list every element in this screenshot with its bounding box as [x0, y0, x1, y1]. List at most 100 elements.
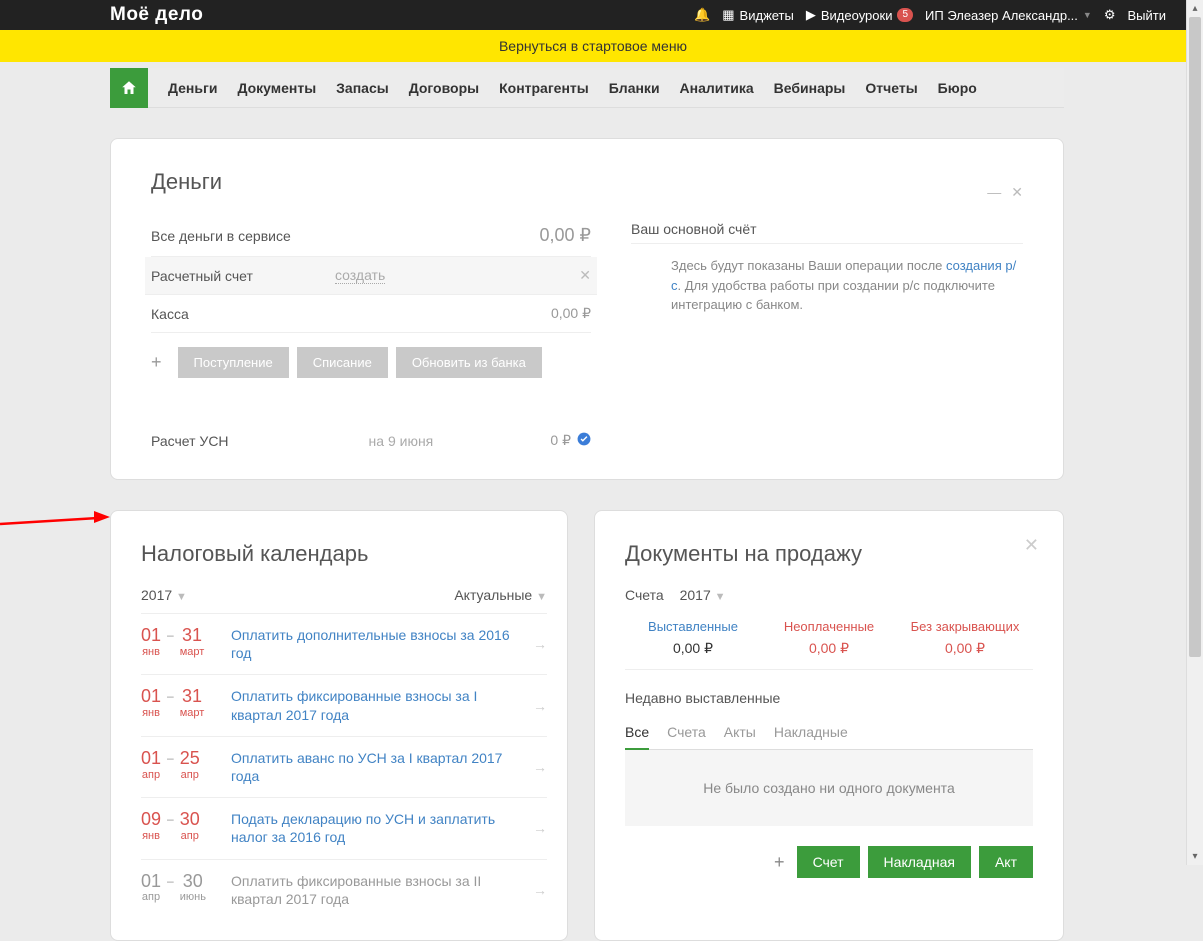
tax-dates: 01янв–31март	[141, 687, 217, 719]
add-icon[interactable]: +	[151, 352, 170, 373]
close-icon[interactable]: ✕	[1011, 184, 1023, 201]
nav-documents[interactable]: Документы	[237, 80, 316, 96]
user-menu[interactable]: ИП Элеазер Александр... ▼	[925, 8, 1092, 23]
logo: Моё дело	[110, 4, 203, 26]
bell-icon[interactable]: 🔔	[694, 7, 710, 23]
add-doc-icon[interactable]: +	[774, 852, 785, 873]
expense-button[interactable]: Списание	[297, 347, 388, 378]
income-button[interactable]: Поступление	[178, 347, 289, 378]
sales-docs-widget: ✕ Документы на продажу Счета 2017 ▼ Выст…	[594, 510, 1064, 941]
hint-part2: . Для удобства работы при создании р/с п…	[671, 278, 995, 313]
nav-bureau[interactable]: Бюро	[938, 80, 977, 96]
user-label: ИП Элеазер Александр...	[925, 8, 1078, 23]
settings-link[interactable]: ⚙	[1104, 7, 1116, 23]
tax-dates: 01янв–31март	[141, 626, 217, 658]
all-money-value: 0,00 ₽	[540, 225, 592, 246]
videos-link[interactable]: ▶ Видеоуроки 5	[806, 7, 913, 23]
money-widget: Деньги — ✕ Все деньги в сервисе 0,00 ₽ Р…	[110, 138, 1064, 480]
main-account-hint: Здесь будут показаны Ваши операции после…	[631, 256, 1023, 315]
tax-calendar-widget: Налоговый календарь 2017 ▼ Актуальные ▼ …	[110, 510, 568, 941]
scroll-down-icon[interactable]: ▾	[1187, 848, 1203, 865]
return-start-menu-label: Вернуться в стартовое меню	[499, 38, 687, 54]
nav-analytics[interactable]: Аналитика	[680, 80, 754, 96]
tax-filter-select[interactable]: Актуальные ▼	[454, 587, 547, 603]
account-remove-icon[interactable]: ✕	[579, 267, 591, 284]
tax-item[interactable]: 01апр–30июнь Оплатить фиксированные взнос…	[141, 859, 547, 920]
chevron-down-icon: ▼	[536, 591, 547, 603]
docs-tab[interactable]: Все	[625, 716, 649, 750]
refresh-bank-button[interactable]: Обновить из банка	[396, 347, 542, 378]
close-icon[interactable]: ✕	[1024, 535, 1039, 556]
docs-tab[interactable]: Счета	[667, 716, 706, 749]
topbar: Моё дело 🔔 ▦ Виджеты ▶ Видеоуроки 5 ИП Э…	[0, 0, 1186, 30]
scroll-up-icon[interactable]: ▴	[1187, 0, 1203, 17]
tax-item-text[interactable]: Оплатить дополнительные взносы за 2016 г…	[231, 626, 519, 662]
tax-dates: 09янв–30апр	[141, 810, 217, 842]
tax-item[interactable]: 01янв–31март Оплатить дополнительные взно…	[141, 613, 547, 674]
widgets-icon: ▦	[722, 7, 734, 23]
all-money-label: Все деньги в сервисе	[151, 228, 540, 244]
exit-label: Выйти	[1128, 8, 1167, 23]
arrow-right-icon: →	[533, 698, 547, 714]
sales-docs-title: Документы на продажу	[625, 541, 1033, 567]
videos-label: Видеоуроки	[821, 8, 893, 23]
docs-tab[interactable]: Накладные	[774, 716, 848, 749]
nav-money[interactable]: Деньги	[168, 80, 217, 96]
tax-dates: 01апр–25апр	[141, 749, 217, 781]
chevron-down-icon: ▼	[715, 591, 726, 603]
docs-year-select[interactable]: 2017 ▼	[680, 587, 726, 603]
check-circle-icon[interactable]	[577, 432, 591, 449]
cash-label: Касса	[151, 306, 551, 322]
play-icon: ▶	[806, 7, 816, 23]
nav-reports[interactable]: Отчеты	[865, 80, 917, 96]
exit-link[interactable]: Выйти	[1128, 8, 1167, 23]
docs-summary-col[interactable]: Без закрывающих0,00 ₽	[897, 619, 1033, 657]
docs-tabs: Все Счета Акты Накладные	[625, 716, 1033, 750]
docs-col-value: 0,00 ₽	[625, 640, 761, 657]
docs-tab[interactable]: Акты	[724, 716, 756, 749]
arrow-right-icon: →	[533, 882, 547, 898]
cash-value: 0,00 ₽	[551, 305, 591, 322]
main-account-label: Ваш основной счёт	[631, 215, 1023, 244]
tax-item-text: Оплатить фиксированные взносы за II квар…	[231, 872, 519, 908]
tax-list: 01янв–31март Оплатить дополнительные взно…	[141, 613, 547, 920]
nav-forms[interactable]: Бланки	[609, 80, 660, 96]
nav-stock[interactable]: Запасы	[336, 80, 389, 96]
home-icon	[120, 79, 138, 97]
widgets-link[interactable]: ▦ Виджеты	[722, 7, 794, 23]
tax-dates: 01апр–30июнь	[141, 872, 217, 904]
docs-col-label: Без закрывающих	[897, 619, 1033, 634]
main-nav: Деньги Документы Запасы Договоры Контраг…	[110, 68, 1064, 108]
act-button[interactable]: Акт	[979, 846, 1033, 878]
minimize-icon[interactable]: —	[987, 184, 1001, 201]
docs-summary-col[interactable]: Выставленные0,00 ₽	[625, 619, 761, 657]
tax-year-select[interactable]: 2017 ▼	[141, 587, 187, 603]
return-start-menu-bar[interactable]: Вернуться в стартовое меню	[0, 30, 1186, 62]
docs-year-label: 2017	[680, 587, 711, 603]
scroll-thumb[interactable]	[1189, 17, 1201, 657]
waybill-button[interactable]: Накладная	[868, 846, 971, 878]
tax-item[interactable]: 09янв–30апр Подать декларацию по УСН и за…	[141, 797, 547, 858]
nav-counterparties[interactable]: Контрагенты	[499, 80, 589, 96]
gear-icon: ⚙	[1104, 7, 1116, 23]
tax-item-text[interactable]: Оплатить аванс по УСН за I квартал 2017 …	[231, 749, 519, 785]
hint-part1: Здесь будут показаны Ваши операции после	[671, 258, 946, 273]
invoice-button[interactable]: Счет	[797, 846, 860, 878]
nav-contracts[interactable]: Договоры	[409, 80, 479, 96]
docs-accounts-label: Счета	[625, 587, 664, 603]
docs-empty: Не было создано ни одного документа	[625, 750, 1033, 826]
chevron-down-icon: ▼	[176, 591, 187, 603]
nav-webinars[interactable]: Вебинары	[774, 80, 846, 96]
tax-calendar-title: Налоговый календарь	[141, 541, 547, 567]
vertical-scrollbar[interactable]: ▴ ▾	[1186, 0, 1203, 865]
tax-item[interactable]: 01янв–31март Оплатить фиксированные взнос…	[141, 674, 547, 735]
create-account-link[interactable]: создать	[335, 267, 385, 284]
tax-item-text[interactable]: Подать декларацию по УСН и заплатить нал…	[231, 810, 519, 846]
usn-date: на 9 июня	[369, 433, 434, 449]
tax-item[interactable]: 01апр–25апр Оплатить аванс по УСН за I кв…	[141, 736, 547, 797]
account-label: Расчетный счет	[151, 268, 335, 284]
docs-summary-col[interactable]: Неоплаченные0,00 ₽	[761, 619, 897, 657]
usn-value: 0 ₽	[550, 432, 571, 449]
tax-item-text[interactable]: Оплатить фиксированные взносы за I кварт…	[231, 687, 519, 723]
home-button[interactable]	[110, 68, 148, 108]
